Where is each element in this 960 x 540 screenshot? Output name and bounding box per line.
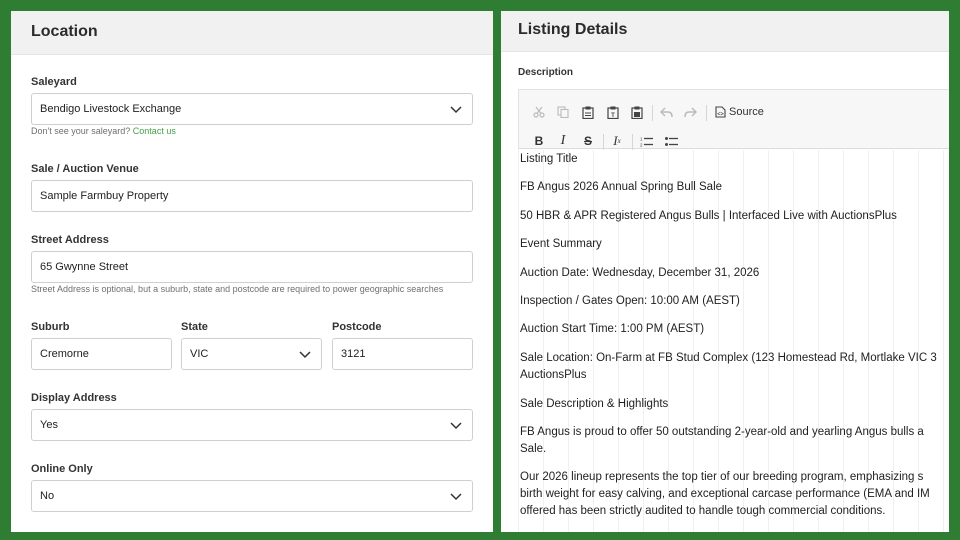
editor-paragraph: offered has been strictly audited to han… bbox=[520, 505, 886, 517]
description-label: Description bbox=[518, 67, 574, 78]
editor-paragraph: Auction Start Time: 1:00 PM (AEST) bbox=[520, 323, 705, 335]
street-help: Street Address is optional, but a suburb… bbox=[31, 284, 444, 294]
location-header: Location bbox=[11, 11, 493, 55]
state-label: State bbox=[181, 321, 208, 333]
online-only-select[interactable]: No bbox=[31, 480, 473, 512]
editor-paragraph: FB Angus 2026 Annual Spring Bull Sale bbox=[520, 181, 723, 193]
toolbar-separator bbox=[632, 134, 633, 150]
street-input[interactable]: 65 Gwynne Street bbox=[31, 251, 473, 283]
online-only-label: Online Only bbox=[31, 463, 93, 475]
description-editor[interactable]: Listing Title FB Angus 2026 Annual Sprin… bbox=[518, 150, 949, 532]
toolbar-separator bbox=[706, 105, 707, 121]
cut-icon[interactable] bbox=[530, 103, 548, 121]
strike-icon[interactable]: S bbox=[579, 132, 597, 150]
listing-panel: Listing Details Description T <> Source … bbox=[501, 11, 949, 532]
editor-paragraph: Event Summary bbox=[520, 238, 602, 250]
location-panel: Location Saleyard Bendigo Livestock Exch… bbox=[11, 11, 493, 532]
editor-toolbar: T <> Source B I S Ix 12 bbox=[518, 89, 949, 150]
source-icon[interactable]: <> bbox=[711, 103, 729, 121]
saleyard-help: Don't see your saleyard? Contact us bbox=[31, 126, 176, 136]
online-only-value: No bbox=[40, 490, 55, 502]
chevron-down-icon bbox=[299, 351, 311, 359]
editor-paragraph: Our 2026 lineup represents the top tier … bbox=[520, 471, 924, 483]
numbered-list-icon[interactable]: 12 bbox=[637, 132, 655, 150]
svg-text:2: 2 bbox=[640, 142, 643, 147]
street-value: 65 Gwynne Street bbox=[40, 261, 129, 273]
bold-icon[interactable]: B bbox=[530, 132, 548, 150]
chevron-down-icon bbox=[450, 493, 462, 501]
toolbar-separator bbox=[652, 105, 653, 121]
suburb-label: Suburb bbox=[31, 321, 70, 333]
postcode-input[interactable]: 3121 bbox=[332, 338, 473, 370]
italic-icon[interactable]: I bbox=[554, 132, 572, 150]
contact-us-link[interactable]: Contact us bbox=[133, 126, 176, 136]
venue-label: Sale / Auction Venue bbox=[31, 163, 139, 175]
source-button-label[interactable]: Source bbox=[729, 106, 764, 118]
redo-icon[interactable] bbox=[681, 103, 699, 121]
venue-value: Sample Farmbuy Property bbox=[40, 190, 169, 202]
state-select[interactable]: VIC bbox=[181, 338, 322, 370]
paste-text-icon[interactable]: T bbox=[604, 103, 622, 121]
chevron-down-icon bbox=[450, 422, 462, 430]
saleyard-help-text: Don't see your saleyard? bbox=[31, 126, 131, 136]
suburb-value: Cremorne bbox=[40, 348, 89, 360]
venue-input[interactable]: Sample Farmbuy Property bbox=[31, 180, 473, 212]
editor-paragraph: Sale Location: On-Farm at FB Stud Comple… bbox=[520, 352, 937, 364]
editor-paragraph: 50 HBR & APR Registered Angus Bulls | In… bbox=[520, 210, 897, 222]
saleyard-select[interactable]: Bendigo Livestock Exchange bbox=[31, 93, 473, 125]
editor-paragraph: FB Angus is proud to offer 50 outstandin… bbox=[520, 426, 924, 438]
display-address-select[interactable]: Yes bbox=[31, 409, 473, 441]
editor-paragraph: AuctionsPlus bbox=[520, 369, 587, 381]
chevron-down-icon bbox=[450, 106, 462, 114]
editor-paragraph: Inspection / Gates Open: 10:00 AM (AEST) bbox=[520, 295, 740, 307]
svg-text:1: 1 bbox=[640, 136, 643, 141]
display-address-label: Display Address bbox=[31, 392, 117, 404]
state-value: VIC bbox=[190, 348, 209, 360]
svg-text:<>: <> bbox=[717, 112, 723, 118]
editor-paragraph: Listing Title bbox=[520, 153, 578, 165]
editor-paragraph: Sale Description & Highlights bbox=[520, 398, 669, 410]
suburb-input[interactable]: Cremorne bbox=[31, 338, 172, 370]
saleyard-value: Bendigo Livestock Exchange bbox=[40, 103, 182, 115]
paste-word-icon[interactable] bbox=[628, 103, 646, 121]
copy-icon[interactable] bbox=[554, 103, 572, 121]
display-address-value: Yes bbox=[40, 419, 58, 431]
remove-format-icon[interactable]: Ix bbox=[608, 132, 626, 150]
editor-paragraph: Auction Date: Wednesday, December 31, 20… bbox=[520, 267, 760, 279]
editor-paragraph: birth weight for easy calving, and excep… bbox=[520, 488, 930, 500]
editor-paragraph: Sale. bbox=[520, 443, 547, 455]
listing-header: Listing Details bbox=[501, 11, 949, 52]
toolbar-separator bbox=[603, 134, 604, 150]
undo-icon[interactable] bbox=[657, 103, 675, 121]
street-label: Street Address bbox=[31, 234, 109, 246]
bulleted-list-icon[interactable] bbox=[662, 132, 680, 150]
postcode-value: 3121 bbox=[341, 348, 366, 360]
paste-icon[interactable] bbox=[579, 103, 597, 121]
postcode-label: Postcode bbox=[332, 321, 382, 333]
svg-text:T: T bbox=[611, 113, 615, 119]
listing-title: Listing Details bbox=[518, 21, 628, 38]
location-title: Location bbox=[31, 23, 98, 40]
saleyard-label: Saleyard bbox=[31, 76, 77, 88]
